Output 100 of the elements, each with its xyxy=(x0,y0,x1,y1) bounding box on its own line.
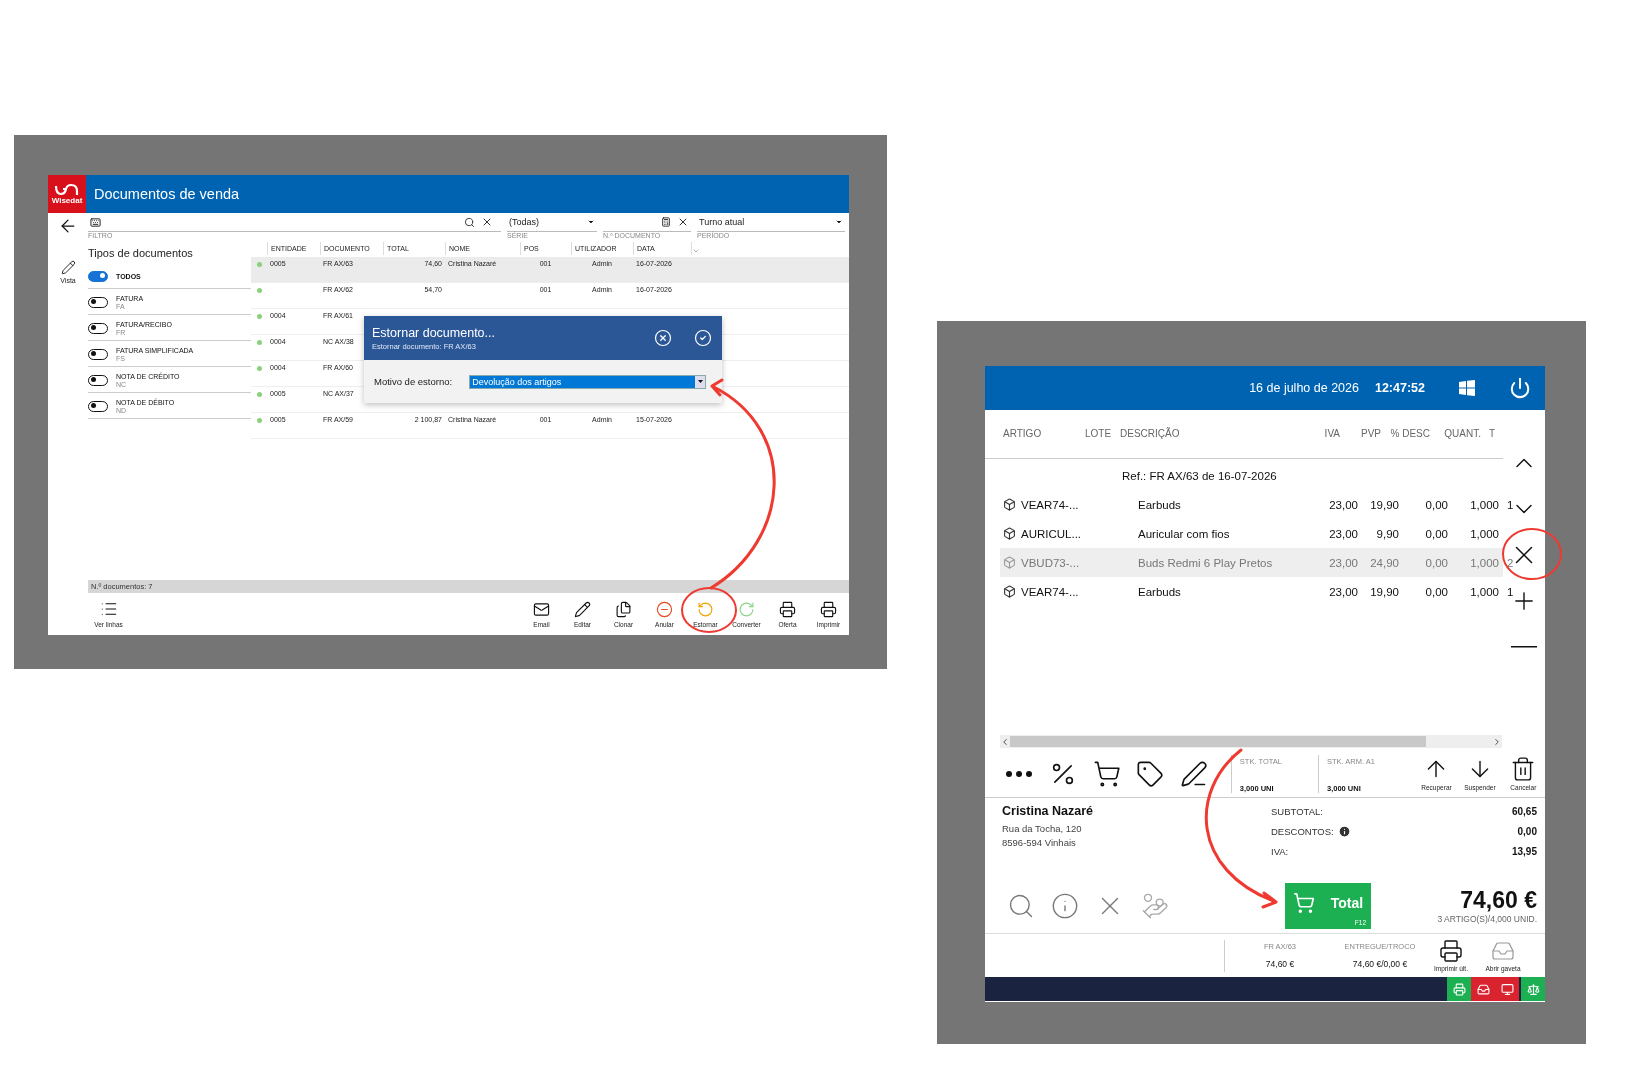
status-tile[interactable] xyxy=(1521,977,1545,1001)
cart-icon xyxy=(1292,891,1315,914)
status-dot xyxy=(257,418,262,423)
table-cell-text: Earbuds xyxy=(1138,498,1182,511)
scale-icon xyxy=(1526,982,1540,996)
power-icon[interactable] xyxy=(1509,377,1531,399)
column-header: LOTE xyxy=(1085,428,1113,441)
logo-text: Wisedat xyxy=(51,197,83,205)
table-cell-text: 1 xyxy=(1506,498,1515,511)
confirm-icon[interactable] xyxy=(694,329,712,347)
undo-icon xyxy=(697,600,714,618)
status-dot xyxy=(257,392,262,397)
window-title: Documentos de venda xyxy=(94,186,240,202)
column-header: T xyxy=(1488,428,1497,441)
horizontal-scrollbar[interactable] xyxy=(1000,735,1502,748)
toggle-switch[interactable] xyxy=(88,400,108,412)
table-cell-text: 23,00 xyxy=(1328,556,1358,569)
status-dot xyxy=(257,340,262,345)
table-cell-text: 2 xyxy=(1506,556,1515,569)
table-cell-text: AURICUL... xyxy=(1021,527,1083,540)
clear-icon[interactable] xyxy=(481,216,493,228)
table-cell-text: 19,90 xyxy=(1369,585,1399,598)
status-tile[interactable] xyxy=(1447,977,1471,1001)
total-label: IVA: xyxy=(1271,845,1289,857)
table-cell-text: Earbuds xyxy=(1138,585,1182,598)
table-cell-text: VEAR74-... xyxy=(1021,585,1080,598)
box-icon xyxy=(1003,556,1016,569)
chevron-right-icon[interactable] xyxy=(1492,736,1502,747)
close-icon[interactable] xyxy=(654,329,672,347)
column-header: PVP xyxy=(1360,428,1381,441)
reference-text: Ref.: FR AX/63 de 16-07-2026 xyxy=(1122,468,1278,484)
table-cell-text: 1,000 xyxy=(1469,556,1499,569)
status-dot xyxy=(257,366,262,371)
box-icon xyxy=(1003,585,1016,598)
total-value: 13,95 xyxy=(1511,845,1537,857)
address-line: Rua da Tocha, 120 xyxy=(1002,823,1083,834)
toggle-switch[interactable] xyxy=(88,296,108,308)
table-cell-text: Buds Redmi 6 Play Pretos xyxy=(1138,556,1274,569)
caret-icon xyxy=(697,380,703,383)
table-cell-text: 0,00 xyxy=(1424,527,1448,540)
scrollbar-thumb[interactable] xyxy=(1010,736,1426,747)
toggle-switch[interactable] xyxy=(88,348,108,360)
toggle-switch[interactable] xyxy=(88,322,108,334)
column-header: % DESC xyxy=(1389,428,1430,441)
panel-title: Tipos de documentos xyxy=(88,246,194,261)
table-cell-text: 9,90 xyxy=(1375,527,1399,540)
total-value: 0,00 xyxy=(1517,825,1537,837)
items-summary: 3 ARTIGO(S)/4,000 UNID. xyxy=(1437,914,1537,924)
table-cell-text: VEAR74-... xyxy=(1021,498,1080,511)
windows-icon[interactable] xyxy=(1459,380,1475,396)
series-dropdown[interactable]: (Todas) xyxy=(507,213,597,232)
pencil-icon xyxy=(574,600,591,618)
caret-icon xyxy=(835,218,843,226)
status-tile[interactable] xyxy=(1495,977,1519,1001)
toggle-switch[interactable] xyxy=(88,374,108,386)
cart-icon xyxy=(1092,759,1121,788)
toggle-switch[interactable] xyxy=(88,270,108,282)
total-label: SUBTOTAL: xyxy=(1271,805,1323,817)
column-header: ARTIGO xyxy=(1003,428,1043,441)
reason-dropdown[interactable]: Devolução dos artigos xyxy=(469,374,707,389)
table-cell-text: 0,00 xyxy=(1424,556,1448,569)
keyboard-icon[interactable] xyxy=(90,216,101,228)
status-dot xyxy=(257,288,262,293)
calculator-icon[interactable] xyxy=(661,217,671,227)
table-cell-text: 0,00 xyxy=(1424,498,1448,511)
footer-value: 74,60 € xyxy=(1265,959,1295,969)
address-line: 8596-594 Vinhais xyxy=(1002,837,1077,848)
period-dropdown[interactable]: Turno atual xyxy=(697,213,845,232)
search-icon[interactable] xyxy=(464,216,475,228)
table-cell-text: 1 xyxy=(1506,585,1515,598)
table-row[interactable]: AURICUL... Auricular com fios 23,00 9,90 0,00 1,000 xyxy=(1000,519,1503,548)
status-tile[interactable] xyxy=(1471,977,1495,1001)
time-text: 12:47:52 xyxy=(1374,381,1425,395)
documents-icon xyxy=(615,600,632,618)
table-cell-text: 24,90 xyxy=(1369,556,1399,569)
column-header: IVA xyxy=(1323,428,1340,441)
column-header: QUANT. xyxy=(1443,428,1481,441)
box-icon xyxy=(1003,527,1016,540)
drawer-icon xyxy=(1476,982,1490,996)
caret-icon xyxy=(587,218,595,226)
customer-name: Cristina Nazaré xyxy=(1002,804,1094,818)
printer-icon xyxy=(1439,939,1463,963)
more-icon xyxy=(1006,770,1032,777)
column-header: DESCRIÇÃO xyxy=(1120,428,1181,441)
table-cell-text: 1,000 xyxy=(1469,585,1499,598)
drawer-icon xyxy=(1491,939,1515,963)
sort-caret-icon xyxy=(692,247,700,255)
logo-icon xyxy=(54,183,80,197)
info-icon[interactable] xyxy=(1337,824,1351,838)
clear-icon[interactable] xyxy=(677,216,689,228)
display-icon xyxy=(1500,982,1514,996)
total-amount: 74,60 € xyxy=(1460,887,1537,914)
box-icon xyxy=(1003,498,1016,511)
chevron-left-icon[interactable] xyxy=(1000,736,1010,747)
table-cell-text: 23,00 xyxy=(1328,527,1358,540)
status-dot xyxy=(257,314,262,319)
minus-circle-icon xyxy=(656,600,673,618)
total-label: DESCONTOS: xyxy=(1271,825,1334,837)
pencil-icon xyxy=(60,260,76,275)
table-cell-text: 0,00 xyxy=(1424,585,1448,598)
